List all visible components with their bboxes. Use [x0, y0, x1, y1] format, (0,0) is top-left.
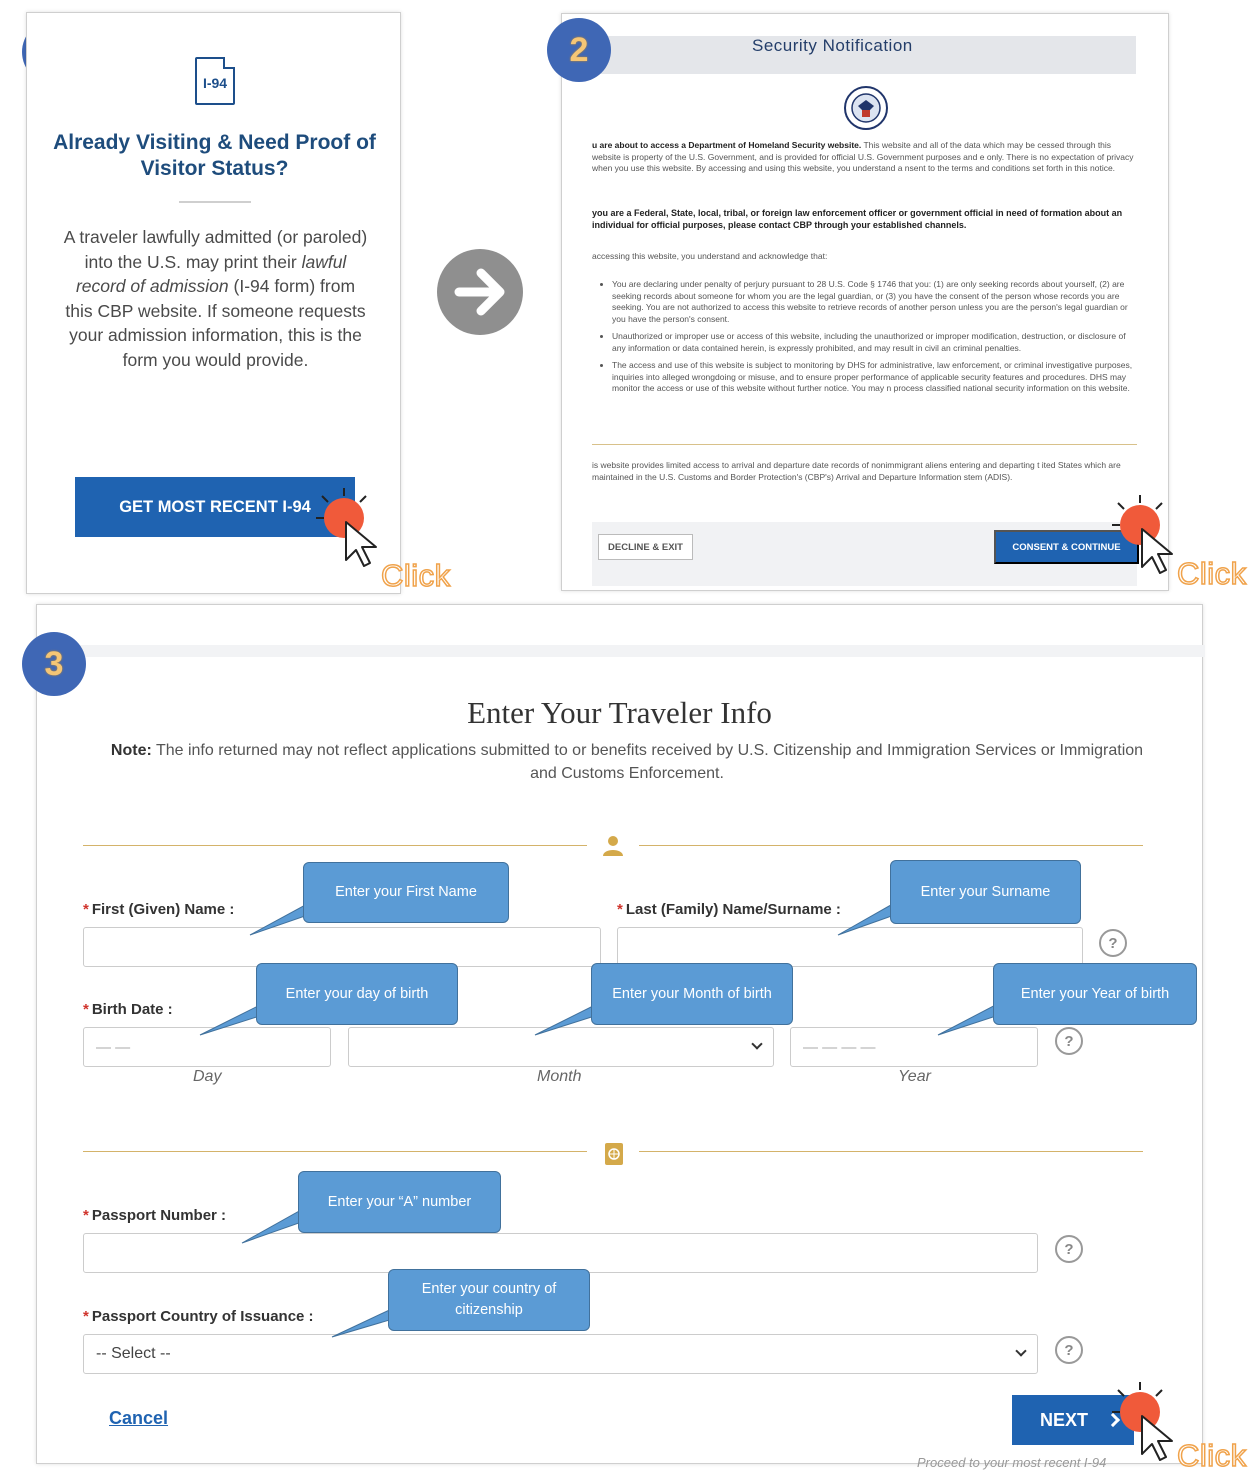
step-badge-2: 2: [547, 18, 611, 82]
click-label: Click: [380, 557, 451, 594]
cursor-icon: [1112, 1382, 1173, 1461]
callout-country: Enter your country of citizenship: [388, 1269, 590, 1331]
click-label: Click: [1176, 1437, 1247, 1474]
callout-month: Enter your Month of birth: [591, 963, 793, 1025]
cursor-icon: [316, 488, 377, 567]
callout-year: Enter your Year of birth: [993, 963, 1197, 1025]
callout-first-name: Enter your First Name: [303, 862, 509, 923]
callout-surname: Enter your Surname: [890, 860, 1081, 924]
cursor-icon: [1112, 495, 1173, 574]
callout-a-number: Enter your “A” number: [298, 1171, 501, 1233]
step-badge-3: 3: [22, 632, 86, 696]
callout-day: Enter your day of birth: [256, 963, 458, 1025]
callout-tails: [199, 896, 1046, 1338]
click-label: Click: [1176, 555, 1247, 592]
